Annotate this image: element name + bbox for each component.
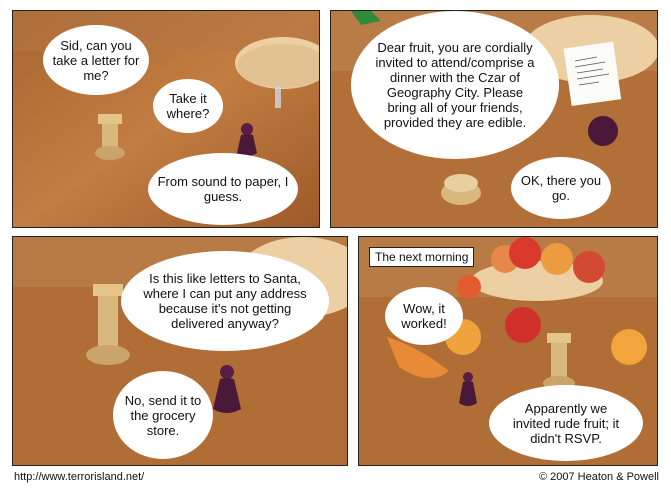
comic-panel-3: Is this like letters to Santa, where I c… bbox=[12, 236, 348, 466]
speech-bubble: OK, there you go. bbox=[511, 157, 611, 219]
panel-caption: The next morning bbox=[369, 247, 475, 267]
comic-panel-2: Dear fruit, you are cordially invited to… bbox=[330, 10, 658, 228]
comic-panel-1: Sid, can you take a letter for me? Take … bbox=[12, 10, 320, 228]
speech-bubble: Apparently we invited rude fruit; it did… bbox=[489, 385, 643, 461]
speech-bubble: Wow, it worked! bbox=[385, 287, 463, 345]
speech-bubble: No, send it to the grocery store. bbox=[113, 371, 213, 459]
speech-bubble: Dear fruit, you are cordially invited to… bbox=[351, 11, 559, 159]
speech-bubble: Take it where? bbox=[153, 79, 223, 133]
copyright: © 2007 Heaton & Powell bbox=[538, 471, 659, 483]
speech-bubble: From sound to paper, I guess. bbox=[148, 153, 298, 225]
speech-bubble: Is this like letters to Santa, where I c… bbox=[121, 251, 329, 351]
speech-bubble: Sid, can you take a letter for me? bbox=[43, 25, 149, 95]
site-url[interactable]: http://www.terrorisland.net/ bbox=[14, 471, 144, 483]
comic-panel-4: The next morning Wow, it worked! Apparen… bbox=[358, 236, 658, 466]
